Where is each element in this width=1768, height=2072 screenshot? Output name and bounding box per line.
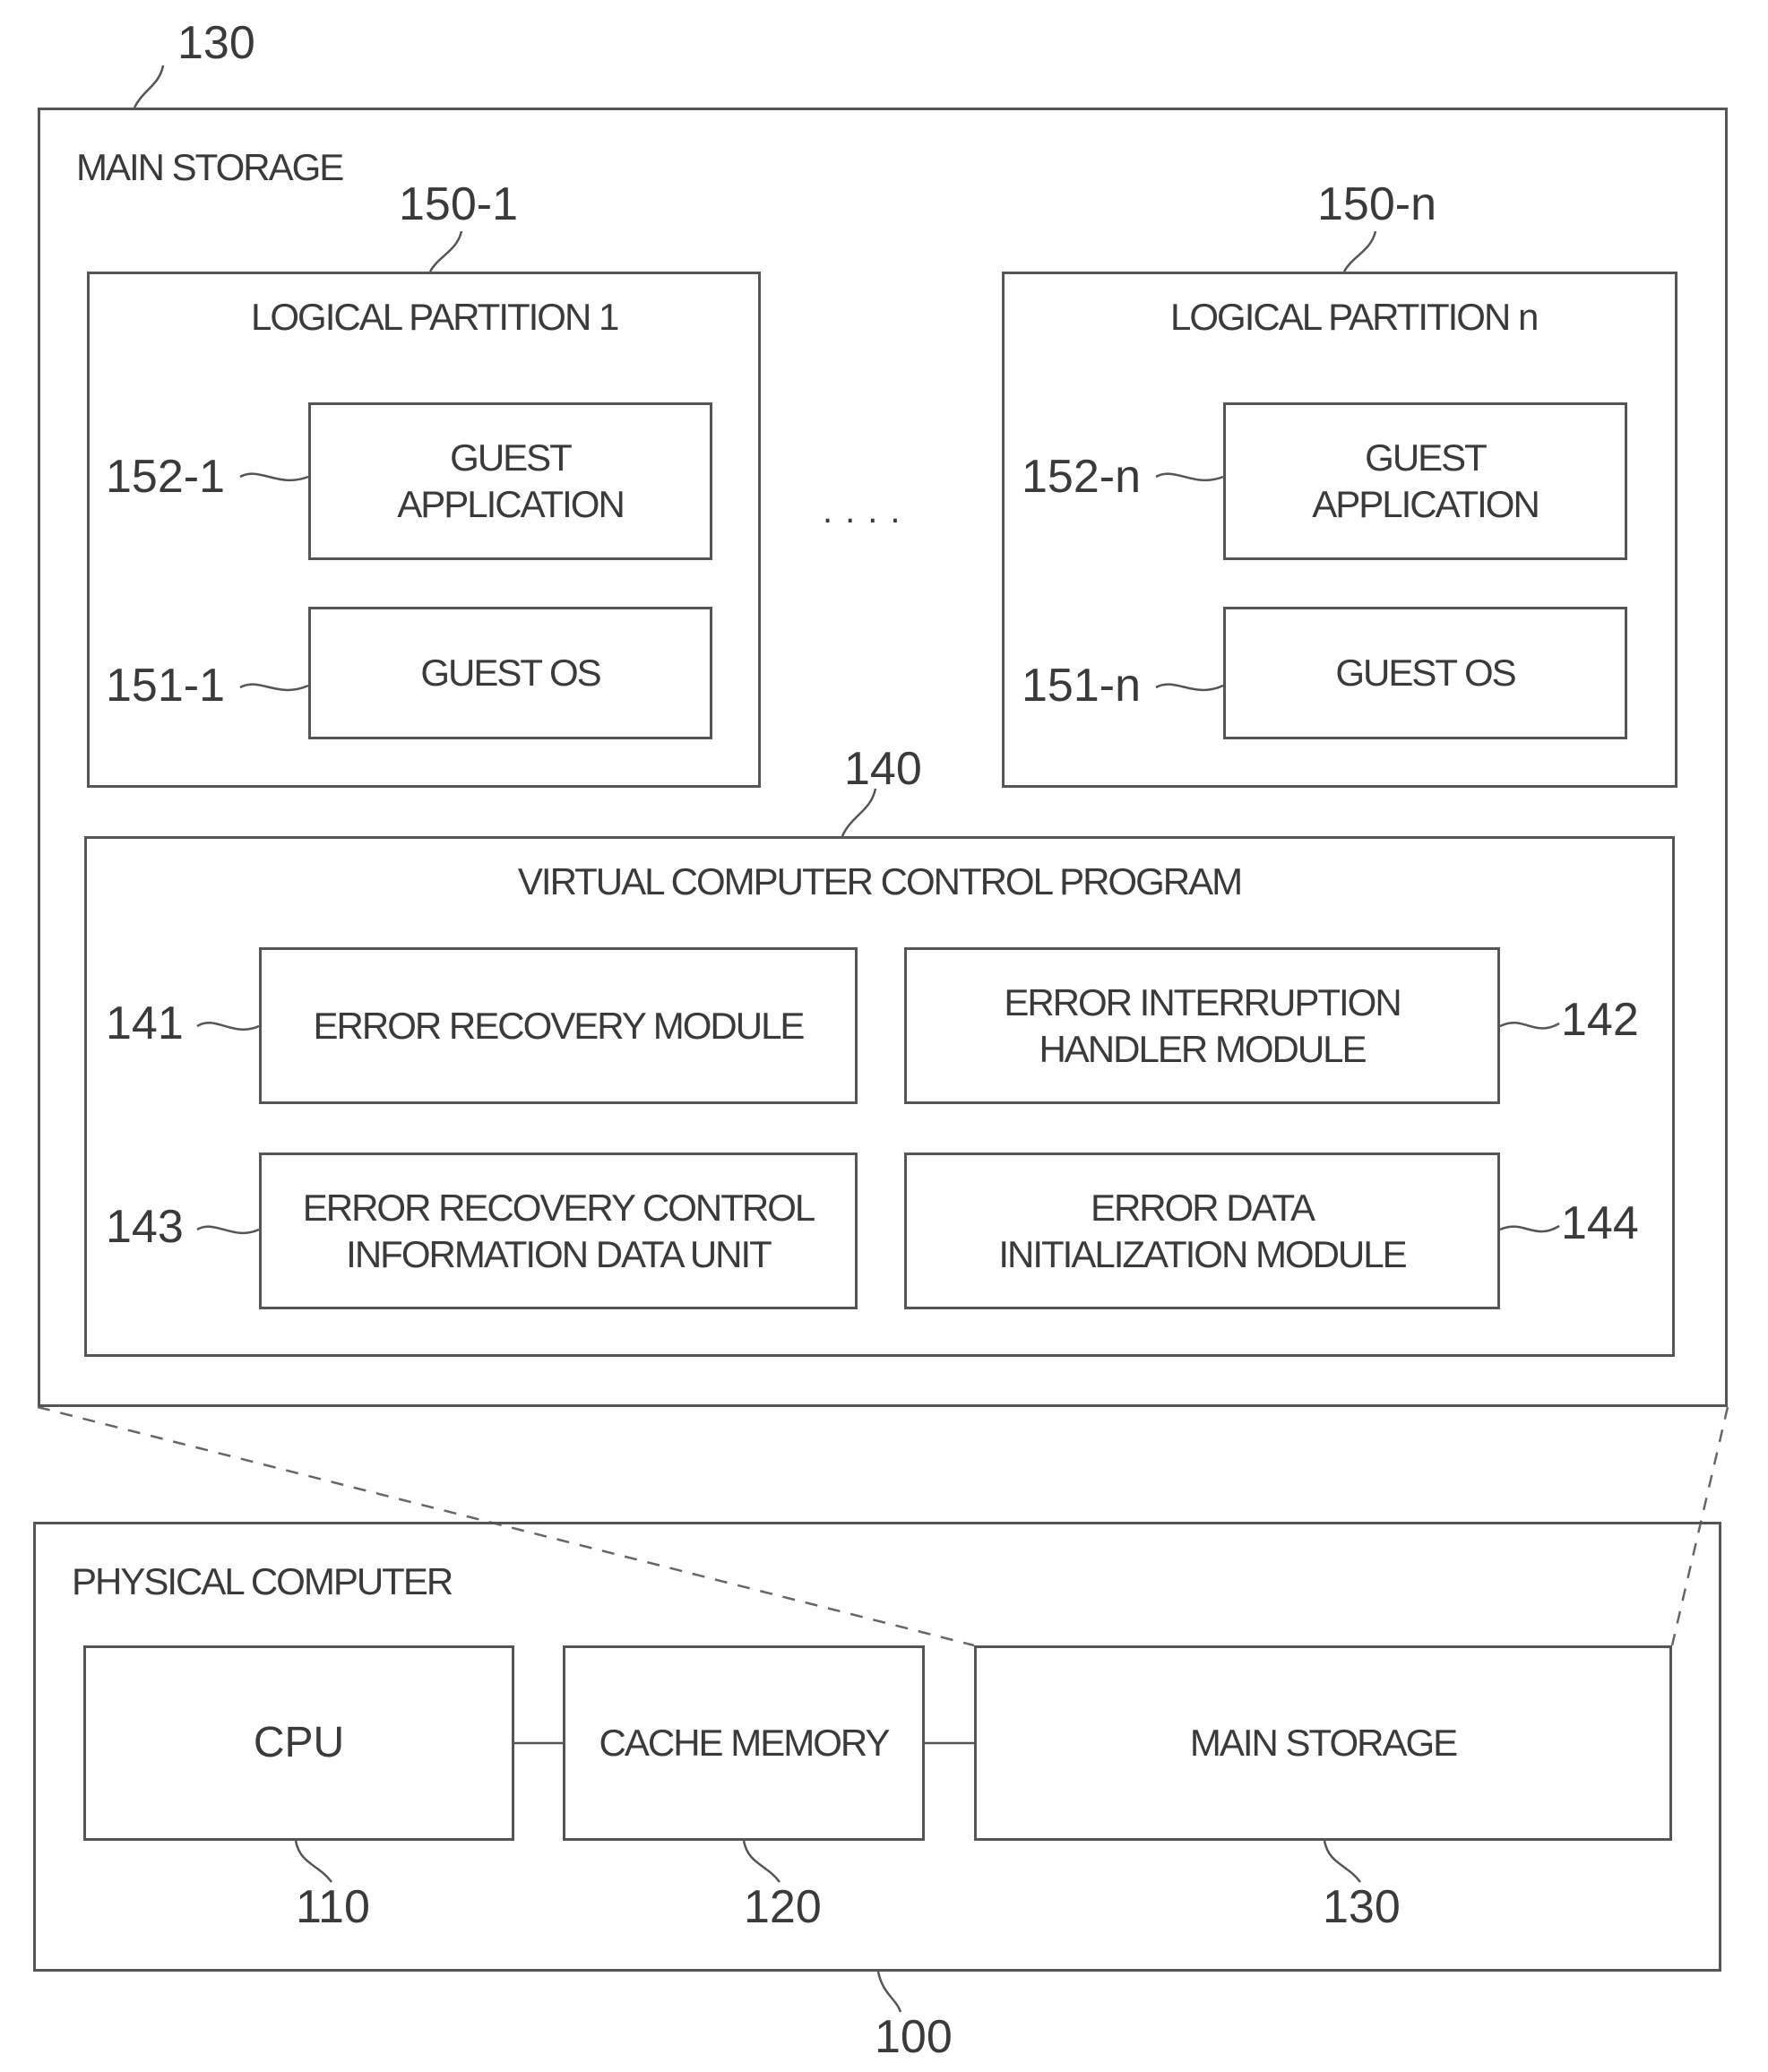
guest-application-1-label: GUEST APPLICATION (311, 435, 710, 528)
ref-vccp: 140 (844, 743, 922, 795)
leader-100 (876, 1971, 902, 2013)
main-storage-title: MAIN STORAGE (76, 146, 344, 188)
error-recovery-module-label: ERROR RECOVERY MODULE (262, 1003, 855, 1049)
ref-guest-os-1: 151-1 (106, 660, 225, 712)
guest-os-n: GUEST OS (1223, 607, 1627, 739)
error-recovery-control-information-data-unit: ERROR RECOVERY CONTROL INFORMATION DATA … (259, 1153, 858, 1309)
cache-memory-box: CACHE MEMORY (563, 1645, 925, 1841)
partition-1-title: LOGICAL PARTITION 1 (251, 296, 619, 338)
module-141-line1: ERROR RECOVERY MODULE (313, 1004, 806, 1047)
main-storage-component-label: MAIN STORAGE (1189, 1722, 1458, 1764)
guest-app-n-line2: APPLICATION (1312, 483, 1540, 525)
guest-application-1: GUEST APPLICATION (308, 402, 712, 560)
error-data-initialization-label: ERROR DATA INITIALIZATION MODULE (907, 1185, 1497, 1278)
guest-application-n: GUEST APPLICATION (1223, 402, 1627, 560)
guest-os-n-label: GUEST OS (1335, 652, 1516, 694)
guest-os-1: GUEST OS (308, 607, 712, 739)
module-143-line1: ERROR RECOVERY CONTROL (302, 1186, 816, 1229)
module-142-line1: ERROR INTERRUPTION (1004, 980, 1401, 1023)
ref-module-143: 143 (106, 1201, 184, 1253)
leader-130-top (133, 65, 165, 108)
main-storage-component-box: MAIN STORAGE (974, 1645, 1672, 1841)
guest-application-n-label: GUEST APPLICATION (1226, 435, 1625, 528)
ref-guest-app-1: 152-1 (106, 451, 225, 503)
ref-physical-computer: 100 (875, 2011, 953, 2063)
error-data-initialization-module: ERROR DATA INITIALIZATION MODULE (904, 1153, 1500, 1309)
cpu-label: CPU (253, 1719, 345, 1766)
ref-guest-app-n: 152-n (1022, 451, 1141, 503)
partition-ellipsis: .... (823, 491, 913, 531)
guest-os-1-label: GUEST OS (420, 652, 601, 694)
cache-memory-label: CACHE MEMORY (599, 1722, 891, 1764)
guest-app-1-line2: APPLICATION (397, 483, 625, 525)
ref-partition-1: 150-1 (399, 178, 518, 230)
ref-cache-memory: 120 (744, 1881, 822, 1933)
partition-n-title: LOGICAL PARTITION n (1170, 296, 1539, 338)
ref-module-141: 141 (106, 997, 184, 1049)
cpu-box: CPU (83, 1645, 514, 1841)
ref-partition-n: 150-n (1317, 178, 1436, 230)
ref-module-142: 142 (1561, 994, 1639, 1046)
module-144-line2: INITIALIZATION MODULE (998, 1232, 1407, 1275)
module-143-line2: INFORMATION DATA UNIT (346, 1232, 772, 1275)
ref-guest-os-n: 151-n (1022, 660, 1141, 712)
physical-computer-title: PHYSICAL COMPUTER (72, 1560, 453, 1602)
ref-cpu: 110 (296, 1881, 370, 1933)
guest-app-n-line1: GUEST (1365, 436, 1488, 479)
module-142-line2: HANDLER MODULE (1039, 1027, 1367, 1070)
error-interruption-handler-module: ERROR INTERRUPTION HANDLER MODULE (904, 947, 1500, 1104)
module-144-line1: ERROR DATA (1090, 1186, 1315, 1229)
guest-app-1-line1: GUEST (450, 436, 573, 479)
error-recovery-module: ERROR RECOVERY MODULE (259, 947, 858, 1104)
error-recovery-control-label: ERROR RECOVERY CONTROL INFORMATION DATA … (262, 1185, 855, 1278)
ref-main-storage-component: 130 (1323, 1881, 1401, 1933)
vccp-title: VIRTUAL COMPUTER CONTROL PROGRAM (517, 860, 1243, 902)
ref-main-storage: 130 (177, 17, 255, 69)
error-interruption-handler-label: ERROR INTERRUPTION HANDLER MODULE (907, 980, 1497, 1073)
ref-module-144: 144 (1561, 1197, 1639, 1249)
